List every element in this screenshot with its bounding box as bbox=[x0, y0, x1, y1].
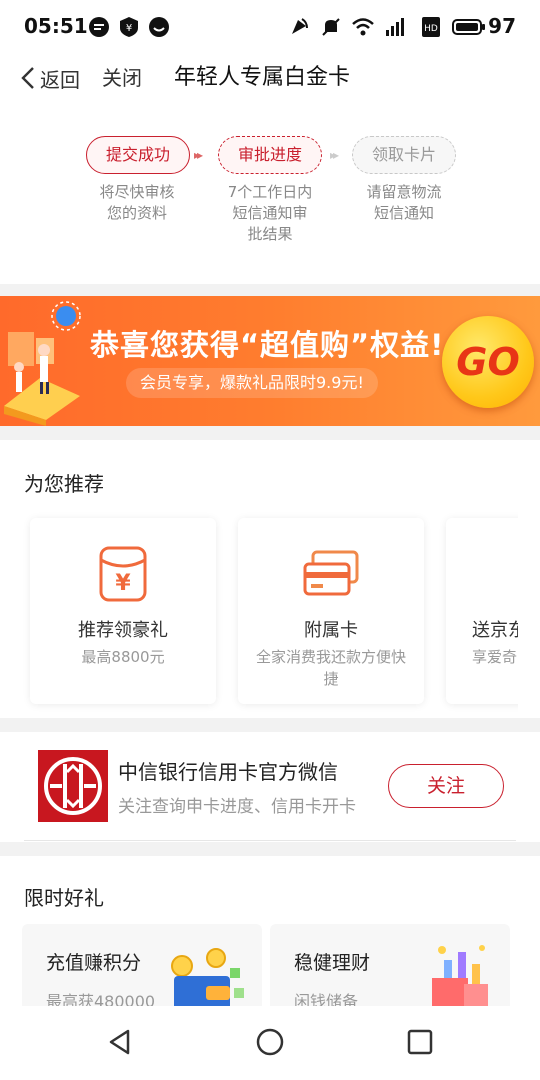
application-progress: 提交成功 ▸▸ 审批进度 ▸▸ 领取卡片 将尽快审核 您的资料 7个工作日内 短… bbox=[0, 130, 540, 280]
nfc-icon bbox=[292, 18, 308, 34]
section-divider bbox=[0, 426, 540, 440]
recommend-card-desc: 全家消费我还款方便快捷 bbox=[256, 648, 407, 688]
recommend-card-title: 送京东 bbox=[472, 620, 518, 641]
desc-line: 短信通知 bbox=[373, 204, 434, 222]
citic-bank-logo bbox=[38, 750, 108, 822]
section-divider bbox=[0, 718, 540, 732]
gift-card-finance[interactable]: 稳健理财 闲钱储备 bbox=[270, 924, 510, 1014]
step-submitted: 提交成功 bbox=[86, 136, 190, 174]
banner-subtitle: 会员专享，爆款礼品限时9.9元! bbox=[126, 368, 378, 398]
recommend-card-title: 推荐领豪礼 bbox=[78, 620, 168, 641]
mute-icon bbox=[322, 18, 340, 36]
back-label: 返回 bbox=[40, 67, 80, 92]
step-receive-card: 领取卡片 bbox=[352, 136, 456, 174]
credit-cards-icon bbox=[303, 550, 359, 596]
gift-card-title: 稳健理财 bbox=[294, 952, 371, 974]
recommend-card-jd-gift[interactable]: 送京东 享爱奇 bbox=[446, 518, 518, 704]
step-arrow-icon: ▸▸ bbox=[330, 148, 339, 162]
svg-text:¥: ¥ bbox=[126, 23, 132, 34]
promo-banner[interactable]: 恭喜您获得“超值购”权益! 会员专享，爆款礼品限时9.9元! GO bbox=[0, 296, 540, 426]
step-review: 审批进度 bbox=[218, 136, 322, 174]
chat-bubble-icon bbox=[89, 17, 109, 37]
gift-icon bbox=[507, 542, 518, 606]
chevron-left-icon bbox=[21, 67, 34, 89]
system-nav-bar bbox=[0, 1006, 540, 1080]
recommend-title: 为您推荐 bbox=[24, 472, 104, 496]
divider-line bbox=[24, 840, 516, 841]
banner-title: 恭喜您获得“超值购”权益! bbox=[90, 328, 445, 362]
svg-text:HD: HD bbox=[424, 24, 438, 34]
status-bar: 05:51 ¥ HD 97 bbox=[0, 0, 540, 56]
recommend-carousel[interactable]: ¥ 推荐领豪礼 最高8800元 附属卡 全家消费我还款方便快捷 送京东 享爱奇 bbox=[0, 500, 518, 716]
follow-button[interactable]: 关注 bbox=[388, 764, 504, 808]
go-label: GO bbox=[456, 340, 520, 384]
battery-level: 97 bbox=[488, 14, 516, 38]
recommend-card-desc: 享爱奇 bbox=[472, 648, 518, 666]
wifi-icon bbox=[352, 18, 374, 36]
shopping-illustration-icon bbox=[4, 301, 81, 426]
face-app-icon bbox=[149, 17, 169, 37]
gift-card-topup[interactable]: 充值赚积分 最高获480000 bbox=[22, 924, 262, 1014]
step-submitted-desc: 将尽快审核 您的资料 bbox=[72, 182, 202, 224]
recommend-card-supplementary[interactable]: 附属卡 全家消费我还款方便快捷 bbox=[238, 518, 424, 704]
battery-icon bbox=[452, 19, 485, 35]
nav-home-circle-icon[interactable] bbox=[254, 1026, 286, 1058]
step-arrow-icon: ▸▸ bbox=[194, 148, 203, 162]
section-divider bbox=[0, 284, 540, 296]
wechat-follow-panel: 中信银行信用卡官方微信 关注查询申卡进度、信用卡开卡 关注 bbox=[0, 734, 540, 840]
desc-line: 将尽快审核 bbox=[99, 183, 175, 201]
desc-line: 请留意物流 bbox=[366, 183, 442, 201]
recommend-card-desc: 最高8800元 bbox=[81, 648, 165, 666]
step-receive-desc: 请留意物流 短信通知 bbox=[339, 182, 469, 224]
recommend-card-title: 附属卡 bbox=[304, 620, 358, 641]
step-review-desc: 7个工作日内 短信通知审 批结果 bbox=[205, 182, 335, 245]
go-button[interactable]: GO bbox=[442, 316, 534, 408]
back-button[interactable]: 返回 bbox=[20, 62, 80, 94]
section-divider bbox=[0, 842, 540, 856]
coin-wallet-icon bbox=[171, 948, 244, 1010]
gift-card-title: 充值赚积分 bbox=[46, 952, 142, 974]
shield-badge-icon: ¥ bbox=[120, 17, 138, 37]
gifts-title: 限时好礼 bbox=[24, 886, 104, 910]
red-envelope-yen-icon: ¥ bbox=[99, 546, 147, 602]
follow-title: 中信银行信用卡官方微信 bbox=[118, 760, 338, 784]
hd-icon: HD bbox=[422, 17, 440, 37]
finance-gift-icon bbox=[432, 945, 488, 1014]
desc-line: 短信通知审 bbox=[232, 204, 308, 222]
nav-back-triangle-icon[interactable] bbox=[104, 1026, 136, 1058]
svg-text:¥: ¥ bbox=[115, 571, 131, 596]
page-title: 年轻人专属白金卡 bbox=[174, 65, 351, 90]
signal-icon bbox=[386, 18, 404, 36]
follow-subtitle: 关注查询申卡进度、信用卡开卡 bbox=[118, 797, 356, 817]
desc-line: 批结果 bbox=[247, 225, 293, 243]
recommend-card-referral[interactable]: ¥ 推荐领豪礼 最高8800元 bbox=[30, 518, 216, 704]
status-time: 05:51 bbox=[24, 14, 88, 38]
nav-recents-square-icon[interactable] bbox=[404, 1026, 436, 1058]
bank-logo-icon bbox=[44, 757, 102, 815]
nav-bar: 返回 关闭 年轻人专属白金卡 bbox=[0, 56, 540, 100]
close-button[interactable]: 关闭 bbox=[102, 62, 142, 94]
desc-line: 您的资料 bbox=[106, 204, 167, 222]
desc-line: 7个工作日内 bbox=[227, 183, 313, 201]
